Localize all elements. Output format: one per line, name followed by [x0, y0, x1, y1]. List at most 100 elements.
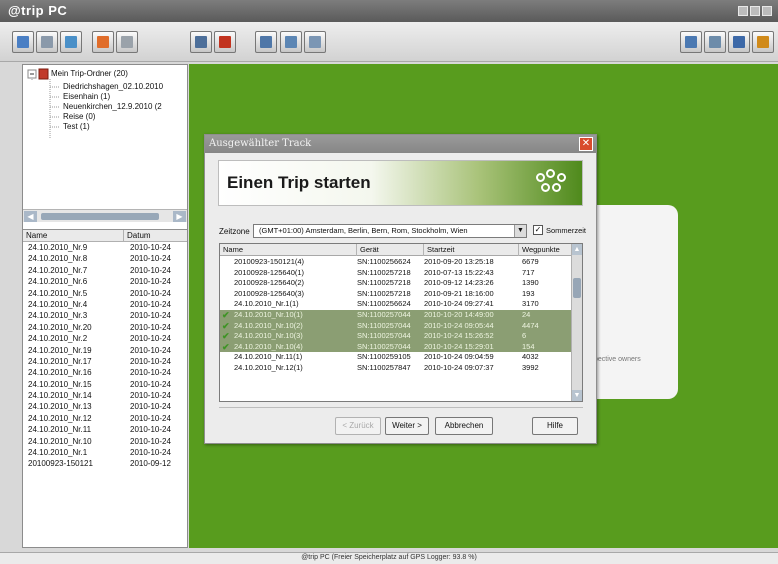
track-start: 2010-07-13 15:22:43 [424, 267, 494, 277]
trip-button[interactable] [60, 31, 82, 53]
cancel-button[interactable]: Abbrechen [435, 417, 493, 435]
minimize-button[interactable] [738, 6, 748, 16]
scroll-thumb[interactable] [41, 213, 159, 220]
tree-item[interactable]: Neuenkirchen_12.9.2010 (2 [63, 102, 162, 112]
device-button[interactable] [680, 31, 702, 53]
summertime-toggle[interactable]: ✓ Sommerzeit [533, 225, 586, 235]
checkmark-icon: ✔ [222, 310, 230, 320]
list-item[interactable]: 24.10.2010_Nr.6 2010-10-24 [23, 276, 187, 287]
track-row[interactable]: 24.10.2010_Nr.12(1) SN:1100257847 2010-10-… [220, 363, 572, 374]
track-start: 2010-10-24 09:05:44 [424, 320, 494, 330]
list-item[interactable]: 24.10.2010_Nr.14 2010-10-24 [23, 390, 187, 401]
list-item-date: 2010-10-24 [130, 448, 171, 458]
banner-title: Einen Trip starten [227, 173, 371, 192]
track-dialog: Ausgewählter Track ✕ Einen Trip starten … [204, 134, 597, 444]
tree-scrollbar[interactable]: ◀ ▶ [23, 209, 187, 222]
help-dialog-button[interactable]: Hilfe [532, 417, 578, 435]
report-button[interactable] [304, 31, 326, 53]
print-button[interactable] [190, 31, 212, 53]
list-item-date: 2010-10-24 [130, 311, 171, 321]
list-item-date: 2010-10-24 [130, 265, 171, 275]
list-item-date: 2010-10-24 [130, 345, 171, 355]
list-item-date: 2010-10-24 [130, 379, 171, 389]
column-header-start[interactable]: Startzeit [424, 244, 519, 256]
import-button[interactable] [12, 31, 34, 53]
tree-item[interactable]: Diedrichshagen_02.10.2010 [63, 82, 163, 92]
list-item[interactable]: 24.10.2010_Nr.3 2010-10-24 [23, 310, 187, 321]
edit-button[interactable] [116, 31, 138, 53]
column-header-name[interactable]: Name [23, 230, 124, 241]
help-button[interactable] [752, 31, 774, 53]
track-points: 4032 [522, 352, 539, 362]
scroll-thumb[interactable] [573, 278, 581, 298]
scroll-left-icon[interactable]: ◀ [24, 211, 37, 222]
maximize-button[interactable] [750, 6, 760, 16]
track-row[interactable]: ✔ 24.10.2010_Nr.10(4) SN:1100257044 2010-10… [220, 341, 572, 353]
next-button[interactable]: Weiter > [385, 417, 429, 435]
back-button[interactable]: < Zurück [335, 417, 381, 435]
dropdown-arrow-icon[interactable]: ▼ [514, 225, 526, 237]
track-row[interactable]: ✔ 24.10.2010_Nr.10(2) SN:1100257044 2010-10… [220, 320, 572, 332]
settings-button[interactable] [92, 31, 114, 53]
column-header-points[interactable]: Wegpunkte [519, 244, 572, 256]
list-item[interactable]: 24.10.2010_Nr.12 2010-10-24 [23, 413, 187, 424]
track-row[interactable]: 24.10.2010_Nr.1(1) SN:1100256624 2010-10-2… [220, 299, 572, 310]
list-item[interactable]: 24.10.2010_Nr.20 2010-10-24 [23, 322, 187, 333]
list-item[interactable]: 24.10.2010_Nr.5 2010-10-24 [23, 288, 187, 299]
track-row[interactable]: 24.10.2010_Nr.11(1) SN:1100259105 2010-10-… [220, 352, 572, 363]
track-start: 2010-09-20 13:25:18 [424, 257, 494, 266]
list-item[interactable]: 24.10.2010_Nr.1 2010-10-24 [23, 447, 187, 458]
timezone-select[interactable]: (GMT+01:00) Amsterdam, Berlin, Bern, Rom… [253, 224, 527, 238]
list-item[interactable]: 24.10.2010_Nr.17 2010-10-24 [23, 356, 187, 367]
list-item[interactable]: 24.10.2010_Nr.10 2010-10-24 [23, 436, 187, 447]
list-item[interactable]: 24.10.2010_Nr.15 2010-10-24 [23, 379, 187, 390]
list-item[interactable]: 24.10.2010_Nr.8 2010-10-24 [23, 253, 187, 264]
photo-button[interactable] [214, 31, 236, 53]
track-start: 2010-10-24 09:07:37 [424, 363, 494, 372]
map-icon [285, 36, 297, 48]
track-device: SN:1100257218 [357, 267, 411, 277]
scroll-right-icon[interactable]: ▶ [173, 211, 186, 222]
close-icon[interactable]: ✕ [579, 137, 593, 151]
list-item[interactable]: 24.10.2010_Nr.13 2010-10-24 [23, 401, 187, 412]
card-button[interactable] [728, 31, 750, 53]
list-item[interactable]: 24.10.2010_Nr.2 2010-10-24 [23, 333, 187, 344]
track-points: 24 [522, 310, 531, 319]
scroll-up-icon[interactable]: ▲ [572, 244, 582, 255]
track-row[interactable]: ✔ 24.10.2010_Nr.10(1) SN:1100257044 2010-10… [220, 310, 572, 321]
track-name: 20100928-125640(3) [234, 288, 305, 298]
slideshow-button[interactable] [255, 31, 277, 53]
list-item[interactable]: 24.10.2010_Nr.19 2010-10-24 [23, 345, 187, 356]
scroll-down-icon[interactable]: ▼ [572, 390, 582, 401]
list-item[interactable]: 24.10.2010_Nr.16 2010-10-24 [23, 367, 187, 378]
track-name: 20100928-125640(2) [234, 278, 305, 288]
export-button[interactable] [36, 31, 58, 53]
tree-item[interactable]: Test (1) [63, 122, 90, 132]
map-button[interactable] [280, 31, 302, 53]
list-item[interactable]: 20100923-150121 2010-09-12 [23, 458, 187, 469]
owner-notice: pective owners [594, 356, 641, 363]
list-item-name: 24.10.2010_Nr.16 [28, 368, 92, 378]
track-name: 20100928-125640(1) [234, 267, 305, 277]
track-row[interactable]: 20100928-125640(2) SN:1100257218 2010-09-1… [220, 278, 572, 289]
list-item-name: 24.10.2010_Nr.7 [28, 265, 88, 275]
track-row[interactable]: 20100928-125640(1) SN:1100257218 2010-07-1… [220, 268, 572, 279]
list-item[interactable]: 24.10.2010_Nr.4 2010-10-24 [23, 299, 187, 310]
tree-item[interactable]: Eisenhain (1) [63, 92, 110, 102]
list-item[interactable]: 24.10.2010_Nr.7 2010-10-24 [23, 265, 187, 276]
column-header-name[interactable]: Name [220, 244, 357, 256]
network-button[interactable] [704, 31, 726, 53]
close-window-button[interactable] [762, 6, 772, 16]
track-scrollbar[interactable]: ▲ ▼ [571, 244, 582, 401]
summertime-checkbox[interactable]: ✓ [533, 225, 543, 235]
tree-root[interactable]: Mein Trip-Ordner (20) [51, 69, 128, 79]
track-row[interactable]: ✔ 24.10.2010_Nr.10(3) SN:1100257044 2010-10… [220, 331, 572, 342]
list-item[interactable]: 24.10.2010_Nr.11 2010-10-24 [23, 424, 187, 435]
trip-list-header: Name Datum [23, 230, 187, 242]
column-header-device[interactable]: Gerät [357, 244, 424, 256]
tree-item[interactable]: Reise (0) [63, 112, 95, 122]
column-header-date[interactable]: Datum [124, 230, 185, 241]
list-item[interactable]: 24.10.2010_Nr.9 2010-10-24 [23, 242, 187, 253]
track-row[interactable]: 20100928-125640(3) SN:1100257218 2010-09-2… [220, 289, 572, 300]
track-row[interactable]: 20100923-150121(4) SN:1100256624 2010-09-2… [220, 257, 572, 268]
